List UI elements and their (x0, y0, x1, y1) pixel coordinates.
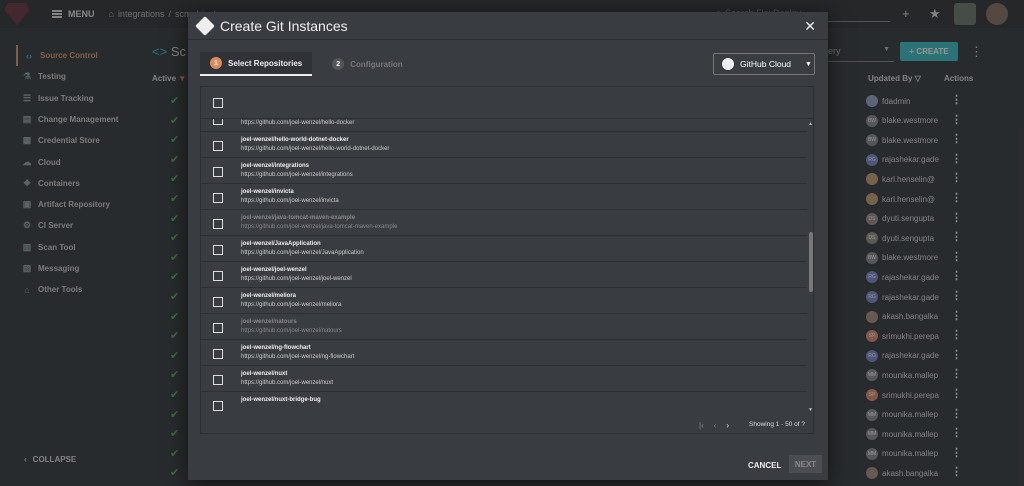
repo-name: joel-wenzel/hello-world-dotnet-docker (241, 137, 349, 143)
repo-url: https://github.com/joel-wenzel/JavaAppli… (241, 250, 364, 256)
repo-name: joel-wenzel/JavaApplication (241, 241, 321, 247)
row-checkbox[interactable] (213, 323, 223, 333)
close-icon[interactable]: ✕ (804, 18, 816, 35)
table-row[interactable]: joel-wenzel/nuxt-bridge-bug (201, 392, 807, 415)
cancel-button[interactable]: CANCEL (748, 461, 781, 470)
row-checkbox[interactable] (213, 167, 223, 177)
list-scrollbar[interactable]: ▲ ▼ (808, 119, 815, 415)
prev-page-icon[interactable]: ‹ (714, 421, 717, 430)
repo-name: joel-wenzel/ng-flowchart (241, 345, 311, 351)
scrollbar-thumb[interactable] (809, 232, 813, 292)
repo-url: https://github.com/joel-wenzel/nuxt (241, 380, 334, 386)
row-checkbox[interactable] (213, 271, 223, 281)
row-checkbox[interactable] (213, 349, 223, 359)
repo-name: joel-wenzel/natours (241, 319, 297, 325)
table-row[interactable]: joel-wenzel/invicta https://github.com/jo… (201, 184, 807, 210)
row-checkbox[interactable] (213, 141, 223, 151)
table-row[interactable]: joel-wenzel/natours https://github.com/jo… (201, 314, 807, 340)
row-checkbox[interactable] (213, 219, 223, 229)
next-button[interactable]: NEXT (789, 455, 822, 473)
create-git-instances-dialog: Create Git Instances ✕ 1 Select Reposito… (188, 12, 828, 480)
table-row[interactable]: joel-wenzel/joel-wenzel https://github.co… (201, 262, 807, 288)
dialog-footer: CANCEL NEXT (188, 452, 828, 480)
provider-select[interactable]: GitHub Cloud ▼ (713, 53, 815, 75)
repo-url: https://github.com/joel-wenzel/java-tomc… (241, 224, 398, 230)
step-number: 1 (210, 57, 222, 69)
showing-count: Showing 1 - 50 of ? (749, 421, 806, 428)
repo-url: https://github.com/joel-wenzel/joel-wenz… (241, 276, 352, 282)
repo-url: https://github.com/joel-wenzel/integrati… (241, 172, 353, 178)
repository-list: https://github.com/joel-wenzel/hello-doc… (200, 86, 814, 434)
git-icon (195, 15, 215, 36)
repo-url: https://github.com/joel-wenzel/ng-flowch… (241, 354, 355, 360)
row-checkbox[interactable] (213, 297, 223, 307)
table-row[interactable]: joel-wenzel/meliora https://github.com/jo… (201, 288, 807, 314)
table-row[interactable]: joel-wenzel/integrations https://github.c… (201, 158, 807, 184)
table-row[interactable]: joel-wenzel/ng-flowchart https://github.c… (201, 340, 807, 366)
provider-label: GitHub Cloud (740, 59, 792, 69)
wizard-steps: 1 Select Repositories 2 Configuration (200, 52, 413, 76)
repo-name: joel-wenzel/nuxt-bridge-bug (241, 397, 321, 403)
repo-name: joel-wenzel/nuxt (241, 371, 288, 377)
repo-url: https://github.com/joel-wenzel/hello-doc… (241, 120, 355, 126)
table-row[interactable]: joel-wenzel/hello-world-dotnet-docker htt… (201, 132, 807, 158)
repo-name: joel-wenzel/invicta (241, 189, 294, 195)
step-select-repositories[interactable]: 1 Select Repositories (200, 52, 313, 76)
repo-url: https://github.com/joel-wenzel/meliora (241, 302, 342, 308)
select-all-checkbox[interactable] (213, 98, 223, 108)
repo-name: joel-wenzel/joel-wenzel (241, 267, 307, 273)
repo-name: joel-wenzel/meliora (241, 293, 297, 299)
row-checkbox[interactable] (213, 245, 223, 255)
table-row[interactable]: joel-wenzel/nuxt https://github.com/joel-… (201, 366, 807, 392)
caret-down-icon: ▼ (805, 60, 812, 68)
list-header (201, 87, 813, 119)
dialog-title: Create Git Instances (220, 17, 348, 34)
repo-url: https://github.com/joel-wenzel/hello-wor… (241, 146, 390, 152)
step-configuration[interactable]: 2 Configuration (322, 52, 412, 76)
row-checkbox[interactable] (213, 193, 223, 203)
repo-name: joel-wenzel/integrations (241, 163, 310, 169)
scroll-up-icon[interactable]: ▲ (808, 121, 813, 127)
table-row[interactable]: https://github.com/joel-wenzel/hello-doc… (201, 119, 807, 132)
next-page-icon[interactable]: › (726, 421, 729, 430)
repo-name: joel-wenzel/java-tomcat-maven-example (241, 215, 356, 221)
row-checkbox[interactable] (213, 401, 223, 411)
first-page-icon[interactable]: |‹ (699, 421, 704, 430)
row-checkbox[interactable] (213, 375, 223, 385)
step-label: Configuration (350, 59, 403, 69)
repo-url: https://github.com/joel-wenzel/natours (241, 328, 342, 334)
repo-url: https://github.com/joel-wenzel/invicta (241, 198, 339, 204)
dialog-header: Create Git Instances (188, 12, 828, 40)
step-number: 2 (332, 58, 345, 70)
pagination: |‹ ‹ › (699, 421, 729, 430)
table-row[interactable]: joel-wenzel/java-tomcat-maven-example htt… (201, 210, 807, 236)
table-row[interactable]: joel-wenzel/JavaApplication https://githu… (201, 236, 807, 262)
repository-rows: https://github.com/joel-wenzel/hello-doc… (201, 119, 807, 415)
row-checkbox[interactable] (213, 119, 223, 125)
scroll-down-icon[interactable]: ▼ (808, 407, 813, 413)
step-label: Select Repositories (228, 58, 303, 68)
github-icon (722, 58, 734, 70)
